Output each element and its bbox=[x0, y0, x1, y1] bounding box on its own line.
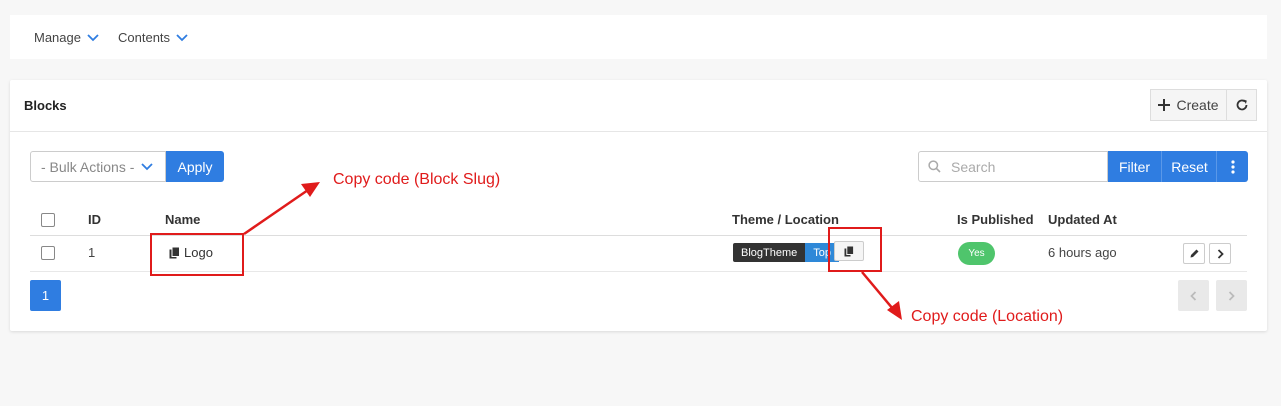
annotation-arrows bbox=[243, 182, 902, 320]
annotation-location: Copy code (Location) bbox=[911, 308, 1064, 325]
arrow-line-block-slug bbox=[243, 188, 309, 236]
annotation-block-slug: Copy code (Block Slug) bbox=[333, 171, 501, 188]
arrow-head-block-slug bbox=[301, 182, 320, 197]
arrow-line-location bbox=[861, 271, 894, 310]
